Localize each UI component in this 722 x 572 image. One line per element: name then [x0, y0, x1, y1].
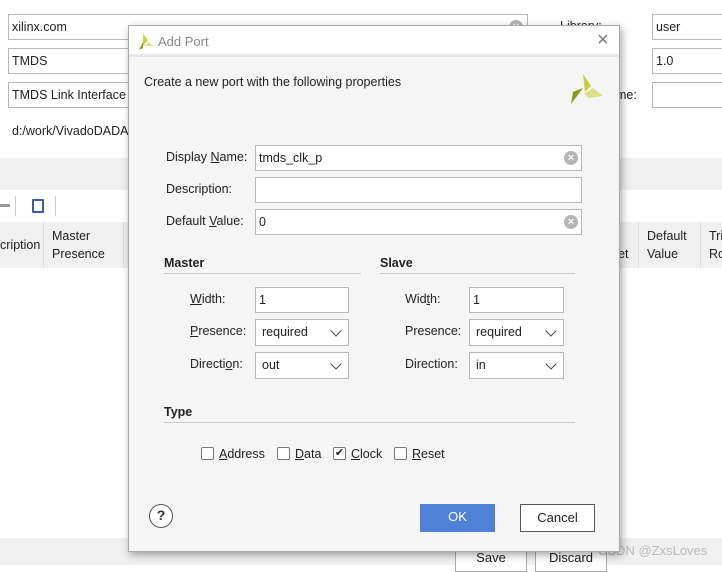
- default-value-label: Default Value:: [166, 214, 244, 228]
- address-checkbox[interactable]: [201, 447, 214, 460]
- slave-width-label: Width:: [405, 292, 441, 306]
- display-name-field[interactable]: TMDS Link Interface: [8, 82, 138, 108]
- data-label[interactable]: Data: [295, 447, 321, 461]
- divider: [55, 196, 56, 216]
- xilinx-logo-icon: [571, 74, 603, 104]
- name-field[interactable]: TMDS: [8, 48, 138, 74]
- master-direction-select[interactable]: out: [255, 352, 349, 379]
- help-icon[interactable]: ?: [149, 504, 173, 528]
- reset-checkbox[interactable]: [394, 447, 407, 460]
- slave-presence-value: required: [476, 325, 522, 339]
- data-checkbox[interactable]: [277, 447, 290, 460]
- column-header[interactable]: Default Value: [638, 222, 700, 268]
- display-name-label: Display Name:: [166, 150, 248, 164]
- master-width-input[interactable]: 1: [255, 287, 349, 313]
- type-section-title: Type: [164, 405, 575, 423]
- chevron-down-icon: [330, 325, 342, 337]
- path-text: d:/work/VivadoDADA/Z: [12, 124, 140, 138]
- master-direction-value: out: [262, 358, 280, 372]
- library-value: user: [656, 20, 681, 34]
- slave-presence-label: Presence:: [405, 324, 462, 338]
- master-width-value: 1: [259, 293, 266, 307]
- display-name-value: tmds_clk_p: [259, 151, 323, 165]
- master-width-label: Width:: [190, 292, 226, 306]
- document-icon[interactable]: [32, 199, 44, 213]
- ok-button[interactable]: OK: [420, 504, 495, 532]
- reset-label[interactable]: Reset: [412, 447, 445, 461]
- slave-section-title: Slave: [380, 256, 575, 274]
- clock-label[interactable]: Clock: [351, 447, 382, 461]
- master-presence-value: required: [262, 325, 308, 339]
- address-label[interactable]: Address: [219, 447, 265, 461]
- clear-icon[interactable]: ×: [564, 151, 578, 165]
- chevron-down-icon: [330, 358, 342, 370]
- cancel-button[interactable]: Cancel: [520, 504, 595, 532]
- clear-icon[interactable]: ×: [564, 215, 578, 229]
- clock-checkbox[interactable]: ✔: [333, 447, 346, 460]
- add-port-dialog: Add Port × Create a new port with the fo…: [128, 25, 620, 552]
- xilinx-logo-icon: [139, 34, 153, 50]
- slave-direction-value: in: [476, 358, 486, 372]
- dialog-subtitle: Create a new port with the following pro…: [144, 75, 402, 89]
- chevron-down-icon: [545, 358, 557, 370]
- version-value: 1.0: [656, 54, 674, 68]
- dialog-titlebar: Add Port ×: [129, 26, 619, 57]
- vendor-value: xilinx.com: [12, 20, 67, 34]
- column-header[interactable]: cription: [0, 222, 44, 268]
- slave-direction-label: Direction:: [405, 357, 458, 371]
- version-field[interactable]: 1.0: [652, 48, 722, 74]
- column-header[interactable]: Tris Ro: [700, 222, 722, 268]
- remove-icon[interactable]: [0, 204, 10, 207]
- chevron-down-icon: [545, 325, 557, 337]
- close-icon[interactable]: ×: [597, 29, 609, 51]
- ip-name-field[interactable]: [652, 82, 722, 108]
- display-name-input[interactable]: tmds_clk_p ×: [255, 145, 582, 171]
- slave-direction-select[interactable]: in: [469, 352, 564, 379]
- display-name-value: TMDS Link Interface: [12, 88, 126, 102]
- name-value: TMDS: [12, 54, 48, 68]
- column-header[interactable]: Master Presence: [43, 222, 123, 268]
- dialog-title: Add Port: [158, 34, 209, 49]
- master-section-title: Master: [164, 256, 361, 274]
- slave-width-value: 1: [473, 293, 480, 307]
- description-label: Description:: [166, 182, 232, 196]
- description-input[interactable]: [255, 177, 582, 203]
- default-value-value: 0: [259, 215, 266, 229]
- master-presence-select[interactable]: required: [255, 319, 349, 346]
- slave-presence-select[interactable]: required: [469, 319, 564, 346]
- master-direction-label: Direction:: [190, 357, 243, 371]
- default-value-input[interactable]: 0 ×: [255, 209, 582, 235]
- slave-width-input[interactable]: 1: [469, 287, 564, 313]
- library-field[interactable]: user: [652, 14, 722, 40]
- divider: [15, 196, 16, 216]
- master-presence-label: Presence:: [190, 324, 247, 338]
